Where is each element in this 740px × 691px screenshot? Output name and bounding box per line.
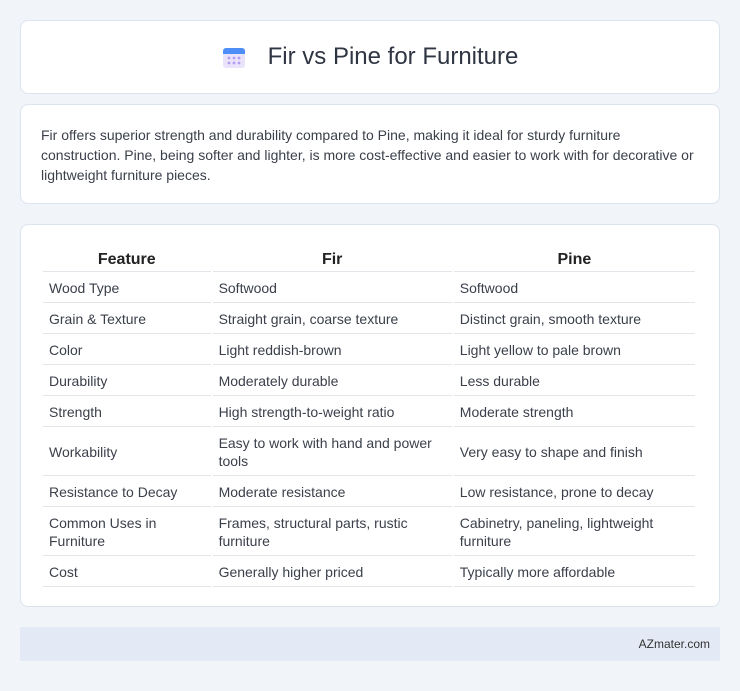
feature-cell: Grain & Texture — [43, 305, 211, 334]
fir-cell: Frames, structural parts, rustic furnitu… — [212, 509, 452, 556]
pine-cell: Light yellow to pale brown — [453, 336, 695, 365]
fir-cell: Generally higher priced — [212, 558, 452, 587]
pine-cell: Very easy to shape and finish — [453, 429, 695, 476]
table-row: Workability Easy to work with hand and p… — [43, 429, 695, 476]
table-row: Cost Generally higher priced Typically m… — [43, 558, 695, 587]
pine-cell: Cabinetry, paneling, lightweight furnitu… — [453, 509, 695, 556]
fir-cell: High strength-to-weight ratio — [212, 398, 452, 427]
pine-cell: Less durable — [453, 367, 695, 396]
table-row: Grain & Texture Straight grain, coarse t… — [43, 305, 695, 334]
header-feature: Feature — [43, 247, 211, 272]
table-row: Color Light reddish-brown Light yellow t… — [43, 336, 695, 365]
feature-cell: Resistance to Decay — [43, 478, 211, 507]
feature-cell: Wood Type — [43, 274, 211, 303]
page-title: Fir vs Pine for Furniture — [267, 43, 519, 70]
fir-cell: Light reddish-brown — [212, 336, 452, 365]
fir-cell: Straight grain, coarse texture — [212, 305, 452, 334]
calendar-icon — [222, 48, 245, 68]
pine-cell: Distinct grain, smooth texture — [453, 305, 695, 334]
footer: AZmater.com — [20, 627, 720, 661]
table-row: Resistance to Decay Moderate resistance … — [43, 478, 695, 507]
fir-cell: Softwood — [212, 274, 452, 303]
footer-brand: AZmater.com — [638, 637, 710, 651]
header-fir: Fir — [212, 247, 452, 272]
fir-cell: Moderate resistance — [212, 478, 452, 507]
feature-cell: Workability — [43, 429, 211, 476]
title-card: Fir vs Pine for Furniture — [20, 20, 720, 94]
pine-cell: Typically more affordable — [453, 558, 695, 587]
feature-cell: Durability — [43, 367, 211, 396]
feature-cell: Common Uses in Furniture — [43, 509, 211, 556]
table-row: Wood Type Softwood Softwood — [43, 274, 695, 303]
fir-cell: Easy to work with hand and power tools — [212, 429, 452, 476]
comparison-table: Feature Fir Pine Wood Type Softwood Soft… — [41, 245, 697, 589]
summary-text: Fir offers superior strength and durabil… — [41, 127, 694, 183]
table-card: Feature Fir Pine Wood Type Softwood Soft… — [20, 224, 720, 607]
header-pine: Pine — [453, 247, 695, 272]
feature-cell: Strength — [43, 398, 211, 427]
feature-cell: Cost — [43, 558, 211, 587]
table-row: Durability Moderately durable Less durab… — [43, 367, 695, 396]
pine-cell: Softwood — [453, 274, 695, 303]
table-row: Strength High strength-to-weight ratio M… — [43, 398, 695, 427]
pine-cell: Moderate strength — [453, 398, 695, 427]
feature-cell: Color — [43, 336, 211, 365]
table-row: Common Uses in Furniture Frames, structu… — [43, 509, 695, 556]
title-wrap: Fir vs Pine for Furniture — [222, 43, 519, 71]
fir-cell: Moderately durable — [212, 367, 452, 396]
pine-cell: Low resistance, prone to decay — [453, 478, 695, 507]
table-header-row: Feature Fir Pine — [43, 247, 695, 272]
summary-card: Fir offers superior strength and durabil… — [20, 104, 720, 204]
